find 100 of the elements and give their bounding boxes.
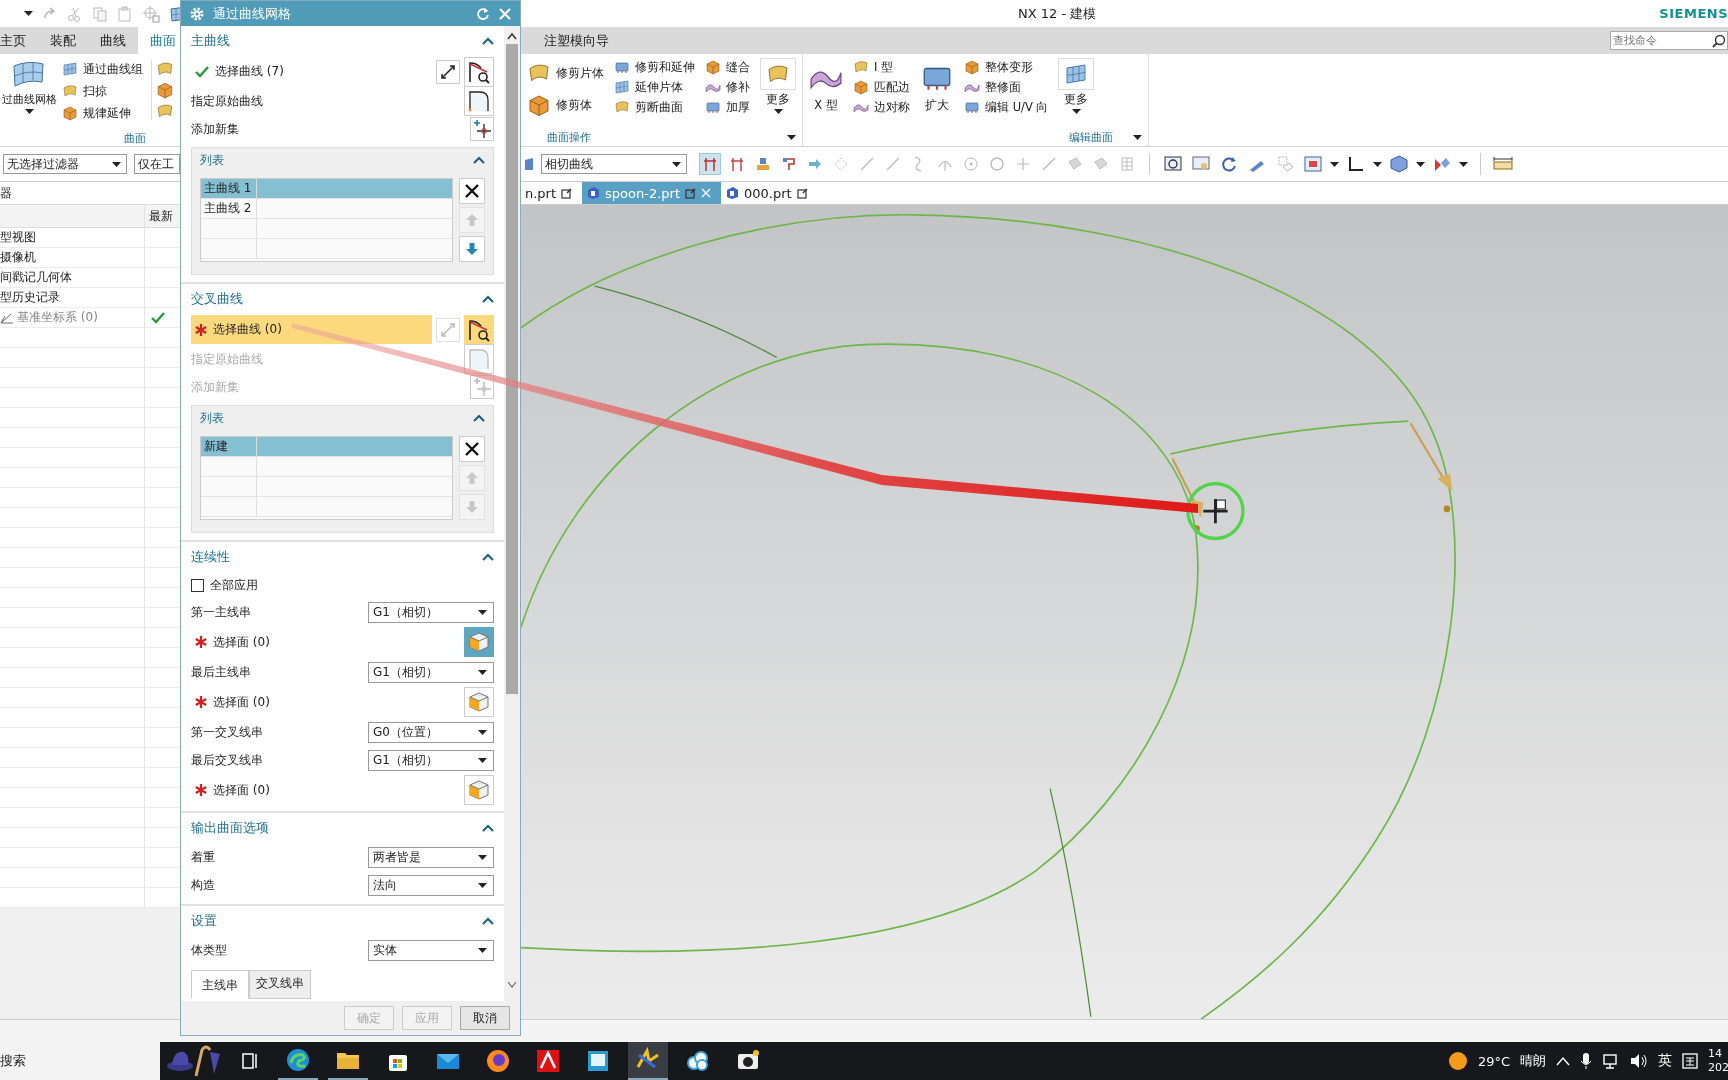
move-down-button[interactable] xyxy=(459,236,485,262)
search-icon[interactable] xyxy=(1712,34,1726,48)
pin-icon[interactable] xyxy=(729,156,745,172)
input-method-indicator[interactable]: 英 xyxy=(1658,1052,1672,1070)
curve-rule-button[interactable] xyxy=(464,56,494,87)
tree-item[interactable]: 型视图 xyxy=(0,229,36,246)
speaker-icon[interactable] xyxy=(1630,1053,1648,1069)
ribbon-command[interactable]: 边对称 xyxy=(853,98,910,116)
search-field[interactable]: 搜索 xyxy=(0,1042,160,1080)
pdf-app-icon[interactable] xyxy=(535,1048,561,1074)
flow-icon[interactable] xyxy=(781,156,797,172)
collapse-icon[interactable] xyxy=(473,414,485,422)
ribbon-command[interactable]: 修剪和延伸 xyxy=(614,58,695,76)
select-face-button[interactable] xyxy=(464,687,494,717)
command-search-field[interactable]: 查找命令 xyxy=(1610,31,1728,50)
tree-item[interactable]: 摄像机 xyxy=(0,249,36,266)
specify-origin-button[interactable] xyxy=(464,86,494,116)
collapse-icon[interactable] xyxy=(482,295,494,303)
curve-rule-dropdown[interactable]: 相切曲线 xyxy=(541,154,687,174)
tree-item[interactable]: 间戳记几何体 xyxy=(0,269,72,286)
dropdown[interactable]: G1（相切） xyxy=(368,601,494,623)
zoom-icon[interactable] xyxy=(1164,155,1182,173)
file-tab[interactable]: n.prt xyxy=(521,182,583,204)
task-view-icon[interactable] xyxy=(240,1051,260,1071)
dropdown[interactable]: G1（相切） xyxy=(368,661,494,683)
close-icon[interactable] xyxy=(701,188,712,198)
ribbon-command[interactable]: 编辑 U/V 向 xyxy=(964,98,1049,116)
ribbon-command[interactable]: 缝合 xyxy=(705,58,750,76)
ribbon-command[interactable]: 修补 xyxy=(705,78,750,96)
ribbon-tab[interactable]: 装配 xyxy=(38,27,88,54)
board-app-icon[interactable] xyxy=(585,1048,611,1074)
delete-button[interactable] xyxy=(459,178,485,204)
ribbon-command[interactable]: 修剪片体 xyxy=(527,58,604,88)
tree-item[interactable]: 型历史记录 xyxy=(0,289,60,306)
selection-field[interactable]: 选择曲线 (0) xyxy=(191,315,432,344)
ribbon-tab[interactable]: 曲面 xyxy=(138,27,180,54)
ribbon-command[interactable]: 扫掠 xyxy=(62,82,143,100)
browser-icon[interactable] xyxy=(285,1047,311,1073)
reverse-direction-button[interactable] xyxy=(436,59,460,84)
file-tab[interactable]: 000.prt xyxy=(721,182,818,204)
chevron-up-icon[interactable] xyxy=(1556,1056,1570,1066)
ribbon-command[interactable]: 剪断曲面 xyxy=(614,98,695,116)
ribbon-command[interactable]: X 型 xyxy=(809,58,843,113)
network-icon[interactable] xyxy=(1602,1053,1620,1069)
ribbon-tab[interactable]: 曲线 xyxy=(88,27,138,54)
dropdown[interactable]: 实体 xyxy=(368,939,494,961)
ribbon-command[interactable]: 规律延伸 xyxy=(62,104,143,122)
select-face-button[interactable] xyxy=(464,627,494,657)
clock-time[interactable]: 14 xyxy=(1708,1047,1728,1061)
fit-icon[interactable] xyxy=(1304,155,1322,173)
collapse-icon[interactable] xyxy=(482,553,494,561)
selection-field[interactable]: 选择曲线 (7) xyxy=(191,57,432,86)
pin-icon[interactable] xyxy=(702,156,718,172)
ribbon-command[interactable]: 修剪体 xyxy=(527,90,604,120)
ribbon-command[interactable]: 整修面 xyxy=(964,78,1049,96)
dialog-tab[interactable]: 交叉线串 xyxy=(249,970,311,999)
dropdown[interactable]: G1（相切） xyxy=(368,749,494,771)
add-set-button[interactable] xyxy=(470,117,494,141)
microphone-icon[interactable] xyxy=(1580,1052,1592,1070)
ruler-icon[interactable] xyxy=(1493,157,1513,171)
fox-browser-icon[interactable] xyxy=(485,1048,511,1074)
list-row[interactable]: 新建 xyxy=(201,437,452,457)
rotate-icon[interactable] xyxy=(1220,155,1238,173)
collapse-icon[interactable] xyxy=(473,156,485,164)
list-row[interactable]: 主曲线 2 xyxy=(201,199,452,219)
dropdown[interactable]: 两者皆是 xyxy=(368,846,494,868)
collapse-icon[interactable] xyxy=(482,917,494,925)
ribbon-command[interactable]: 延伸片体 xyxy=(614,78,695,96)
right-arrow-icon[interactable] xyxy=(807,156,823,172)
scrollbar[interactable] xyxy=(504,26,520,1001)
dropdown[interactable]: G0（位置） xyxy=(368,721,494,743)
ribbon-command[interactable]: 通过曲线组 xyxy=(62,60,143,78)
delete-button[interactable] xyxy=(459,436,485,462)
collapse-icon[interactable] xyxy=(482,824,494,832)
selection-filter-dropdown[interactable]: 无选择过滤器 xyxy=(3,154,128,174)
collapse-icon[interactable] xyxy=(482,37,494,45)
checkbox[interactable] xyxy=(191,578,204,592)
selection-scope-dropdown[interactable]: 仅在工 xyxy=(134,154,180,174)
ribbon-tab[interactable]: 注塑模向导 xyxy=(521,27,621,54)
dots-icon[interactable] xyxy=(833,156,849,172)
ribbon-command[interactable]: I 型 xyxy=(853,58,910,76)
cloud-app-icon[interactable] xyxy=(685,1048,711,1074)
surface-mesh-button[interactable]: 过曲线网格 xyxy=(0,60,62,114)
axes-icon[interactable] xyxy=(1347,155,1365,173)
dropdown[interactable]: 法向 xyxy=(368,874,494,896)
dialog-tab[interactable]: 主线串 xyxy=(191,970,249,999)
ribbon-command[interactable]: 扩大 xyxy=(920,58,954,113)
ribbon-command[interactable]: 匹配边 xyxy=(853,78,910,96)
pan-icon[interactable] xyxy=(1192,155,1210,173)
clock-date[interactable]: 202 xyxy=(1708,1061,1728,1075)
ribbon-tab[interactable]: 主页 xyxy=(0,27,38,54)
settings-icon[interactable] xyxy=(189,5,205,22)
keyboard-grid-icon[interactable] xyxy=(1682,1053,1698,1069)
dialog-button[interactable]: 取消 xyxy=(460,1006,510,1030)
scroll-up-icon[interactable] xyxy=(507,32,517,40)
ribbon-command[interactable]: 整体变形 xyxy=(964,58,1049,76)
select-face-button[interactable] xyxy=(464,775,494,805)
list-row[interactable]: 主曲线 1 xyxy=(201,179,452,199)
reset-icon[interactable] xyxy=(476,6,490,21)
ribbon-command[interactable]: 加厚 xyxy=(705,98,750,116)
